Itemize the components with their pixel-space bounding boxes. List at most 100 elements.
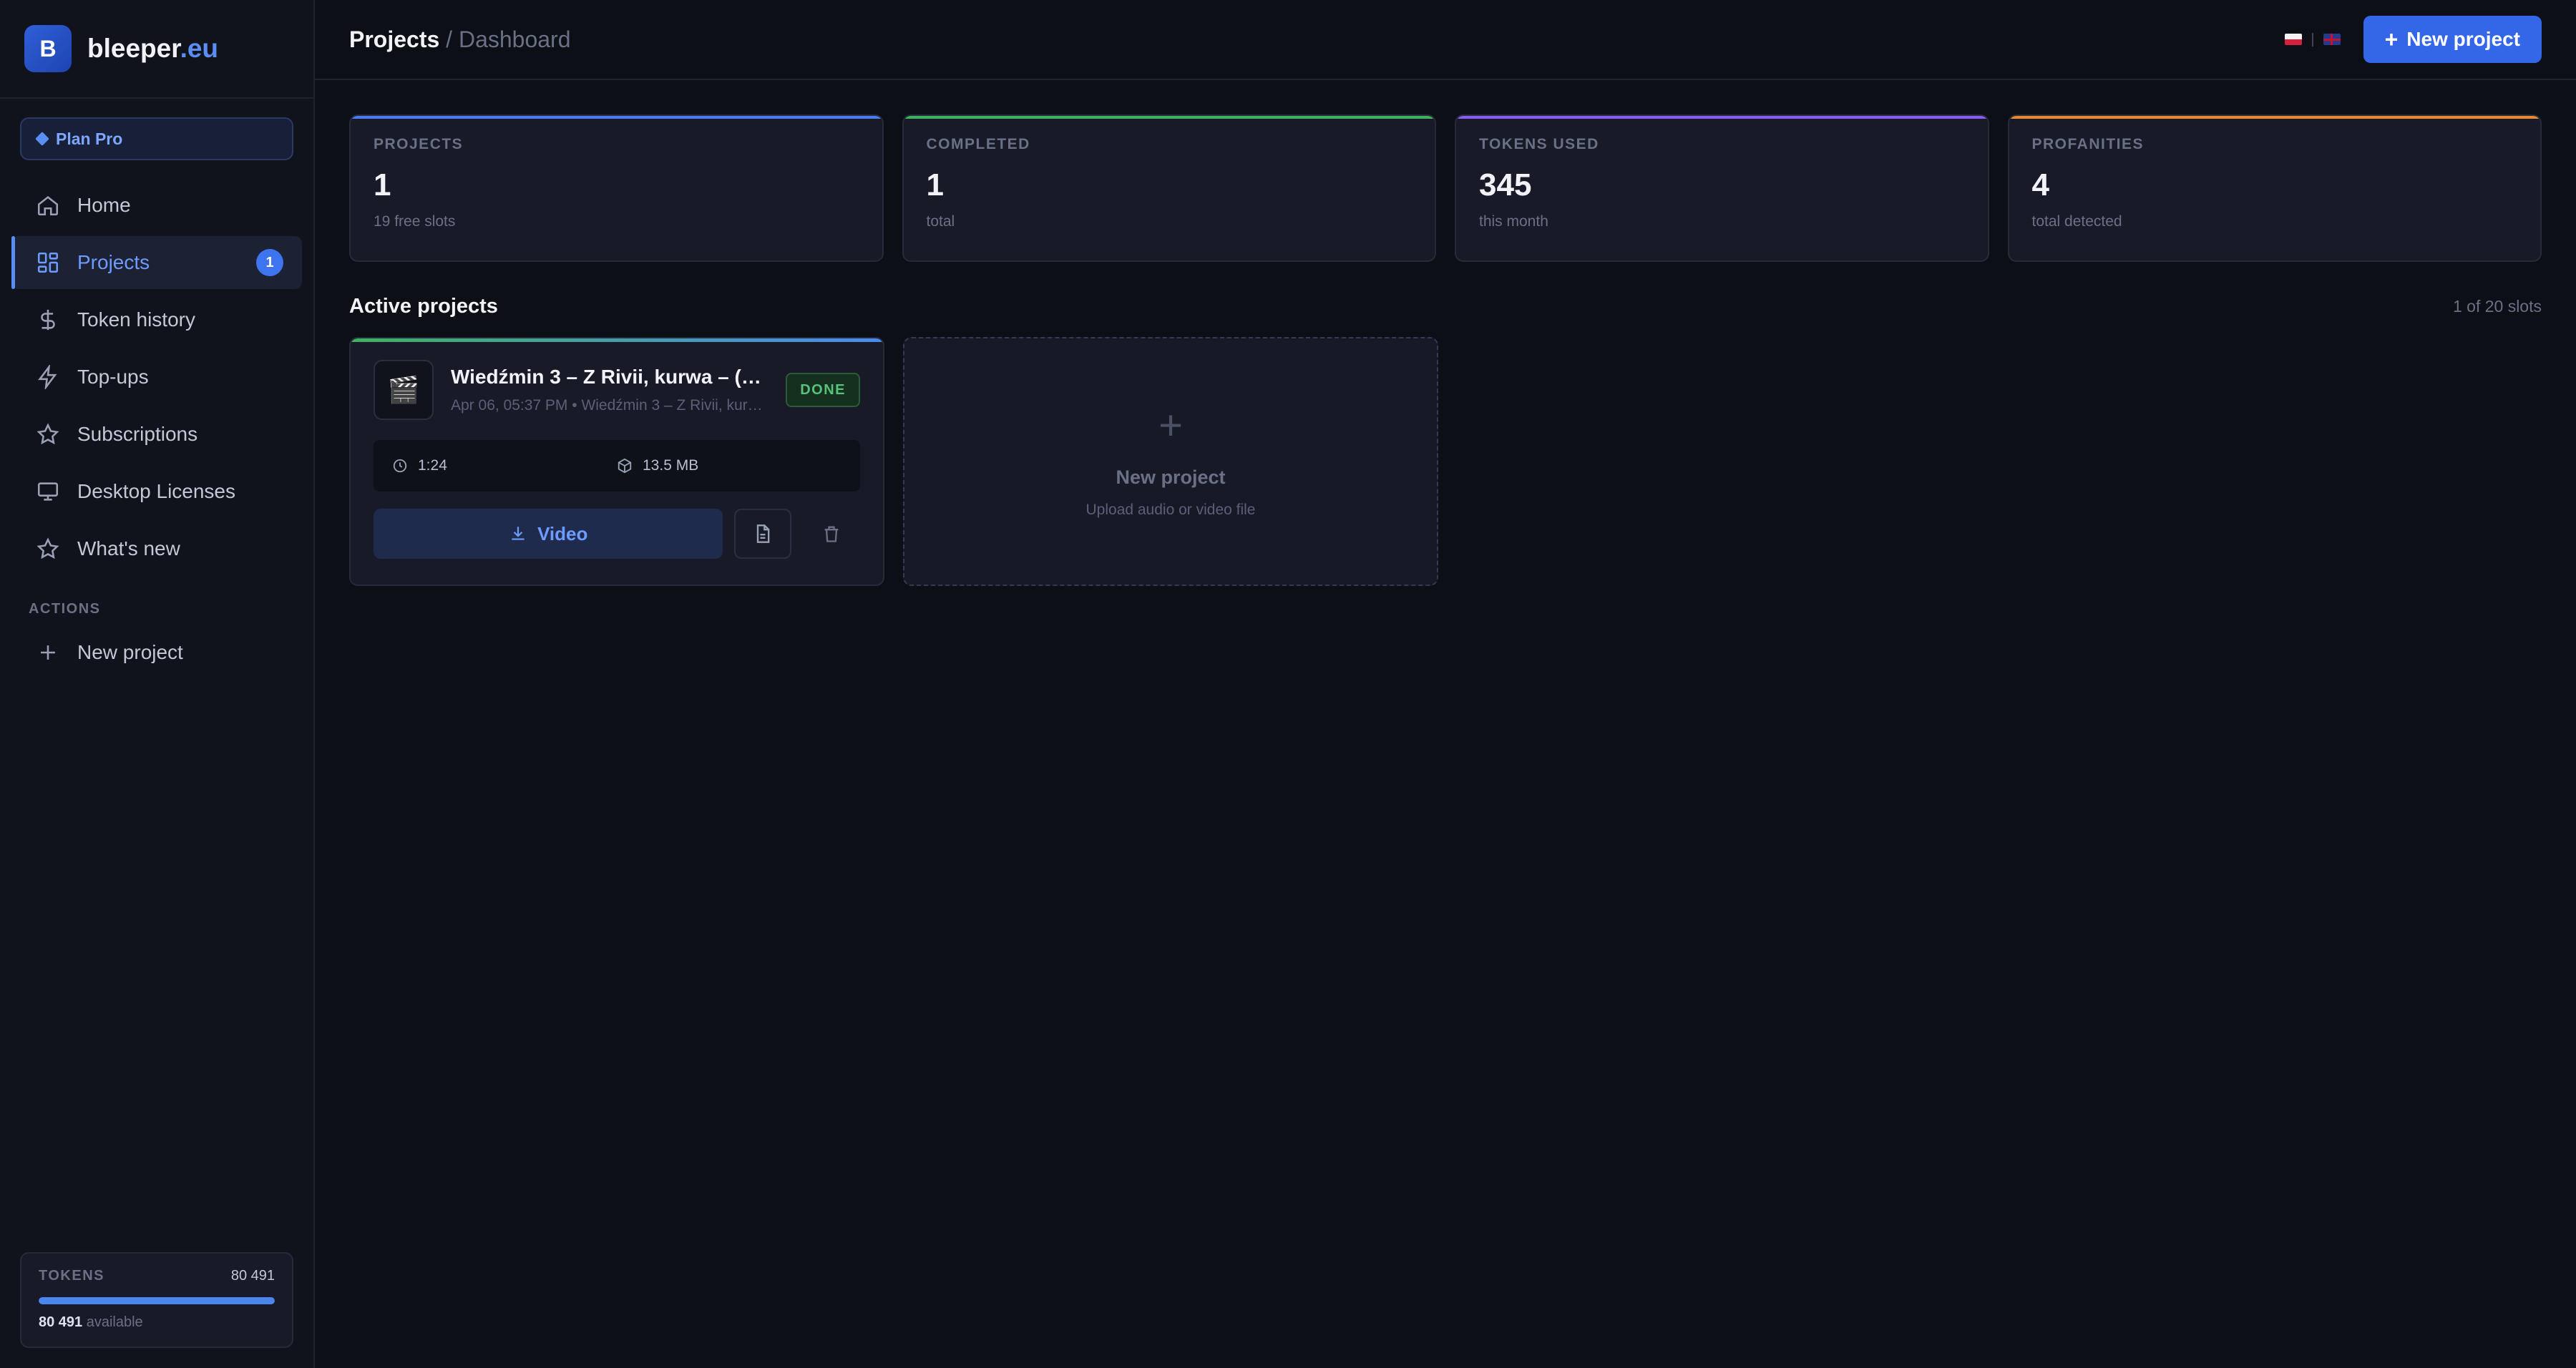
stat-value: 1 — [374, 167, 391, 202]
tokens-total: 80 491 — [230, 1268, 275, 1284]
dollar-icon — [36, 308, 60, 332]
sidebar: B bleeper.eu Plan Pro Home Projects 1 To… — [0, 0, 315, 1368]
new-project-button-label: New project — [2406, 28, 2520, 50]
project-accent-bar — [351, 338, 883, 342]
project-title[interactable]: Wiedźmin 3 – Z Rivii, kurwa – (720p, h26… — [451, 366, 766, 389]
stat-subtitle: total detected — [2031, 213, 2122, 230]
polish-flag-icon[interactable] — [2285, 34, 2303, 45]
plus-icon — [36, 640, 60, 665]
download-icon — [512, 527, 525, 540]
download-video-label: Video — [537, 522, 588, 544]
dashboard-content: PROJECTS 1 19 free slots COMPLETED 1 tot… — [315, 80, 2576, 586]
main-area: Projects / Dashboard | + New project PRO… — [315, 0, 2576, 1368]
sidebar-nav: Home Projects 1 Token history Top-ups Su… — [0, 179, 313, 575]
monitor-icon — [36, 479, 60, 504]
flag-separator: | — [2311, 31, 2315, 47]
stat-card-tokens-used: TOKENS USED 345 this month — [1455, 114, 1989, 262]
sidebar-item-token-history[interactable]: Token history — [11, 293, 302, 346]
sidebar-action-new-project[interactable]: New project — [11, 626, 302, 679]
sidebar-item-projects[interactable]: Projects 1 — [11, 236, 302, 289]
sidebar-item-label: Subscriptions — [77, 423, 198, 445]
new-project-card-subtitle: Upload audio or video file — [1085, 501, 1256, 518]
star-icon — [36, 537, 60, 561]
new-project-card-title: New project — [1116, 466, 1226, 488]
breadcrumb: Projects / Dashboard — [349, 26, 571, 53]
delete-project-button[interactable] — [803, 509, 860, 559]
project-stats: 1:24 13.5 MB — [374, 440, 860, 492]
project-meta: Apr 06, 05:37 PM • Wiedźmin 3 – Z Rivii,… — [451, 397, 766, 414]
plan-label: Plan Pro — [56, 129, 123, 148]
sidebar-item-desktop-licenses[interactable]: Desktop Licenses — [11, 465, 302, 518]
app-root: B bleeper.eu Plan Pro Home Projects 1 To… — [0, 0, 2576, 1368]
project-cards: 🎬 Wiedźmin 3 – Z Rivii, kurwa – (720p, h… — [349, 337, 2542, 586]
new-project-card[interactable]: + New project Upload audio or video file — [903, 337, 1438, 586]
stat-value: 1 — [926, 167, 944, 202]
trash-icon — [824, 526, 839, 542]
stat-accent-bar — [903, 116, 1435, 119]
active-projects-title: Active projects — [349, 295, 498, 318]
star-icon — [36, 422, 60, 446]
sidebar-item-subscriptions[interactable]: Subscriptions — [11, 408, 302, 461]
stat-accent-bar — [1456, 116, 1988, 119]
stat-accent-bar — [2009, 116, 2540, 119]
stat-subtitle: this month — [1479, 213, 1548, 230]
plus-icon: + — [1158, 401, 1183, 449]
breadcrumb-sub: Dashboard — [458, 26, 571, 52]
stat-subtitle: total — [926, 213, 955, 230]
actions-section-label: ACTIONS — [29, 601, 101, 617]
project-card[interactable]: 🎬 Wiedźmin 3 – Z Rivii, kurwa – (720p, h… — [349, 337, 884, 586]
sidebar-item-label: Projects — [77, 251, 150, 273]
sidebar-item-top-ups[interactable]: Top-ups — [11, 351, 302, 404]
document-icon — [757, 524, 770, 543]
stat-label: COMPLETED — [926, 136, 1030, 152]
sidebar-item-label: Token history — [77, 308, 195, 331]
stat-card-projects: PROJECTS 1 19 free slots — [349, 114, 884, 262]
plan-badge[interactable]: Plan Pro — [20, 117, 293, 160]
grid-icon — [36, 250, 60, 275]
topbar: Projects / Dashboard | + New project — [315, 0, 2576, 80]
stat-label: TOKENS USED — [1479, 136, 1599, 152]
sidebar-item-label: What's new — [77, 537, 180, 560]
stat-subtitle: 19 free slots — [374, 213, 456, 230]
brand[interactable]: B bleeper.eu — [0, 0, 313, 99]
tokens-available-suffix: available — [82, 1314, 143, 1330]
clock-icon — [393, 459, 407, 473]
tokens-progress-fill — [39, 1297, 275, 1304]
tokens-label: TOKENS — [39, 1268, 104, 1284]
tokens-available-value: 80 491 — [39, 1314, 83, 1330]
sidebar-item-label: Home — [77, 194, 131, 216]
stat-card-profanities: PROFANITIES 4 total detected — [2007, 114, 2542, 262]
slots-counter: 1 of 20 slots — [2452, 297, 2542, 316]
tokens-progress-bar — [39, 1297, 275, 1304]
home-icon — [36, 193, 60, 218]
sidebar-item-label: Desktop Licenses — [77, 480, 236, 502]
stat-label: PROFANITIES — [2031, 136, 2145, 152]
download-video-button[interactable]: Video — [374, 509, 723, 559]
plus-icon: + — [2384, 26, 2399, 52]
tokens-panel: TOKENS 80 491 80 491 available — [20, 1252, 293, 1348]
transcript-button[interactable] — [734, 509, 792, 559]
clapperboard-icon: 🎬 — [374, 360, 434, 420]
stat-value: 4 — [2031, 167, 2049, 202]
topbar-actions: | + New project — [2280, 16, 2542, 63]
sidebar-item-label: New project — [77, 641, 183, 663]
english-flag-icon[interactable] — [2323, 34, 2341, 45]
sidebar-item-home[interactable]: Home — [11, 179, 302, 232]
stat-accent-bar — [351, 116, 882, 119]
projects-count-badge: 1 — [256, 249, 283, 276]
new-project-button[interactable]: + New project — [2363, 16, 2542, 63]
breadcrumb-separator: / — [439, 26, 459, 52]
sidebar-item-whats-new[interactable]: What's new — [11, 522, 302, 575]
diamond-icon — [35, 132, 49, 146]
breadcrumb-current[interactable]: Projects — [349, 26, 439, 52]
stat-label: PROJECTS — [374, 136, 464, 152]
status-badge: DONE — [786, 373, 860, 407]
brand-name: bleeper.eu — [87, 34, 218, 64]
project-size: 13.5 MB — [643, 457, 699, 474]
box-icon — [618, 458, 632, 474]
sidebar-item-label: Top-ups — [77, 366, 149, 388]
stat-card-completed: COMPLETED 1 total — [902, 114, 1436, 262]
tokens-available: 80 491 available — [39, 1314, 275, 1331]
brand-name-main: bleeper — [87, 34, 180, 63]
project-duration: 1:24 — [418, 457, 447, 474]
